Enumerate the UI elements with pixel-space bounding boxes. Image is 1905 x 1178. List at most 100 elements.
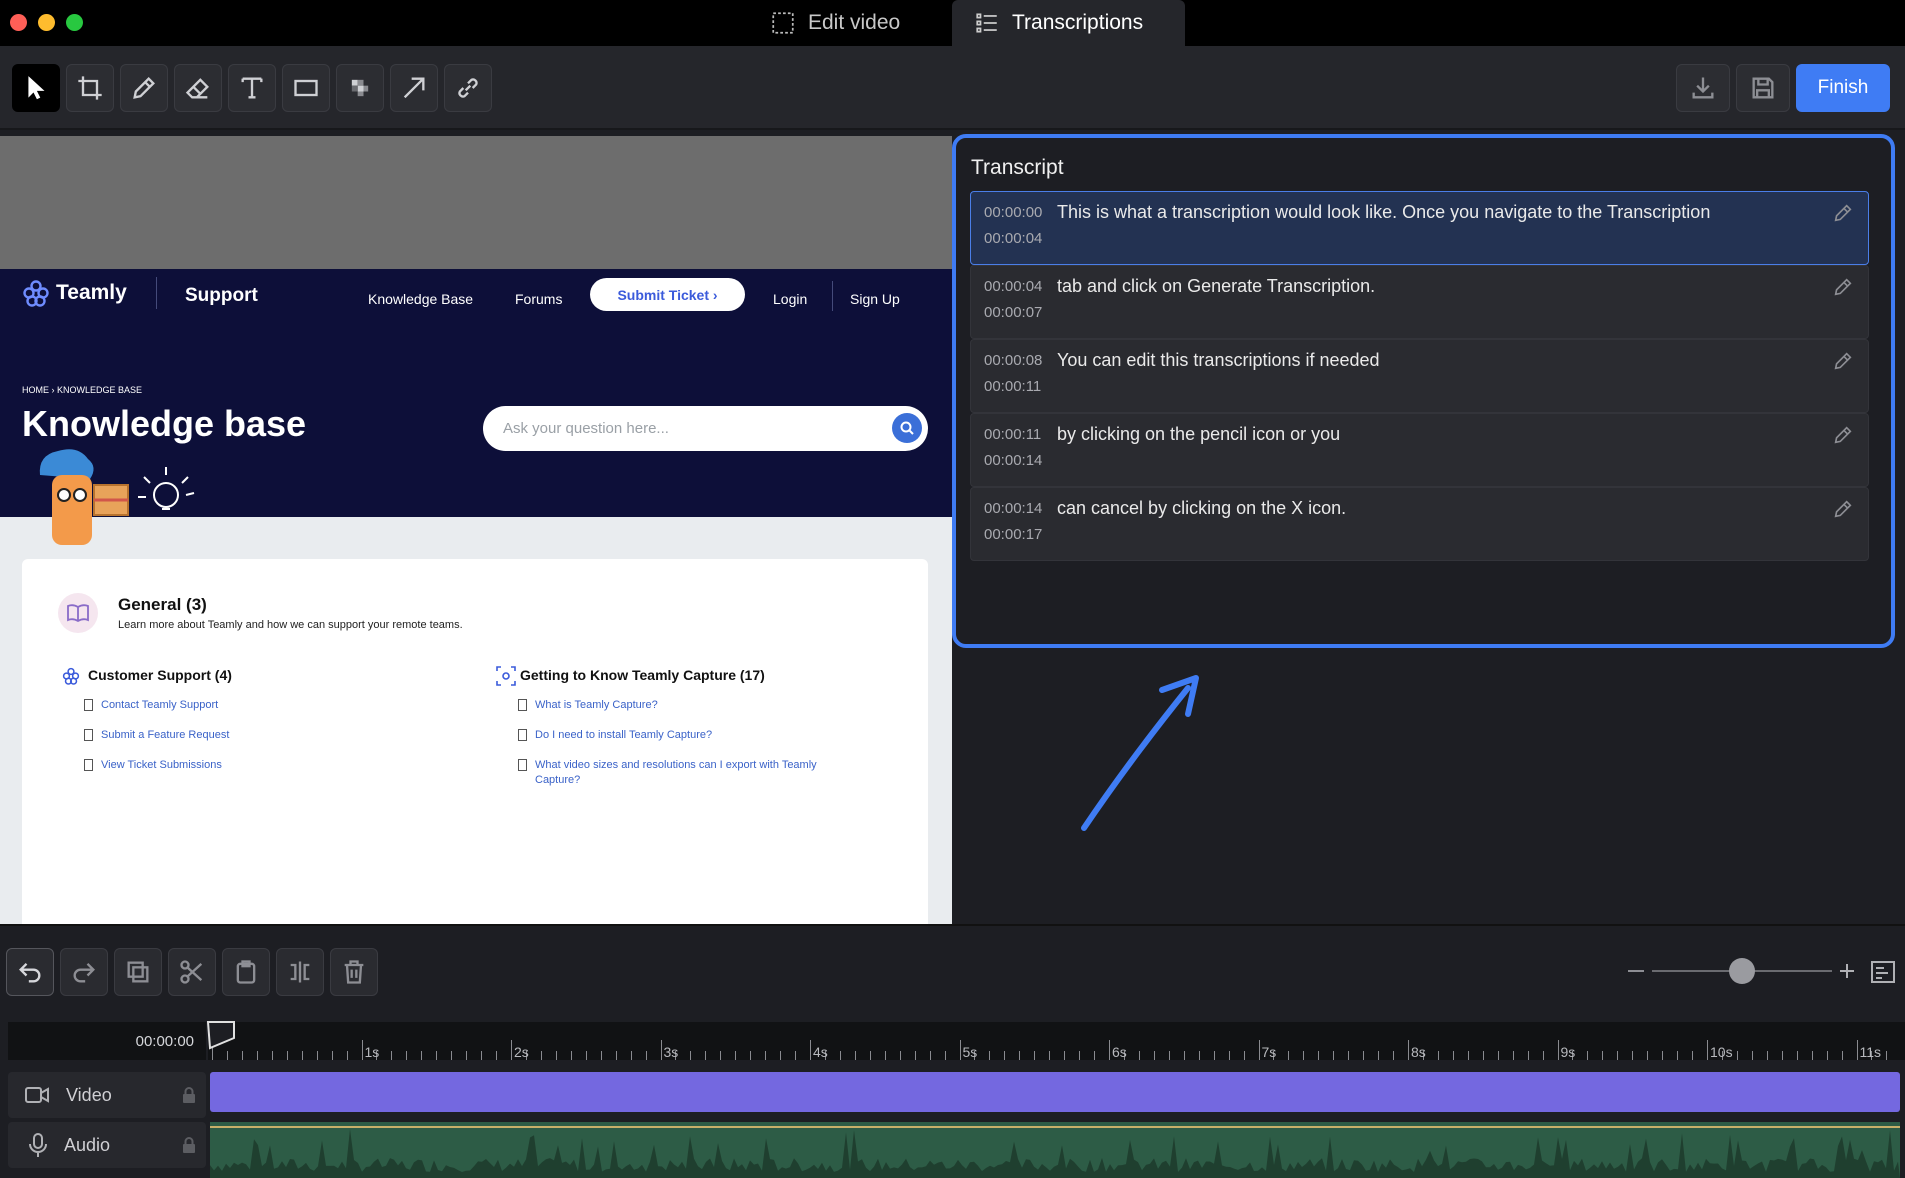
transcript-segment[interactable]: 00:00:11 00:00:14 by clicking on the pen… <box>970 413 1869 487</box>
ruler-tick <box>1856 1040 1858 1060</box>
pencil-icon[interactable] <box>1832 498 1854 520</box>
ruler-label: 2s <box>514 1044 529 1060</box>
ruler-tick <box>1004 1051 1006 1060</box>
track-header-audio[interactable]: Audio <box>8 1122 206 1168</box>
ruler-tick <box>735 1051 737 1060</box>
pencil-icon[interactable] <box>1832 350 1854 372</box>
save-button[interactable] <box>1736 64 1790 112</box>
list-icon <box>976 13 997 33</box>
site-header: Teamly Support Knowledge Base Forums Sub… <box>0 269 952 545</box>
ruler-label: 7s <box>1261 1044 1277 1060</box>
customer-support-icon <box>62 667 80 685</box>
category-customer-support[interactable]: Customer Support (4) <box>88 667 232 683</box>
mascot-illustration <box>39 449 195 545</box>
article-link[interactable]: View Ticket Submissions <box>84 758 424 773</box>
cut-button[interactable] <box>168 948 216 996</box>
maximize-window-button[interactable] <box>66 14 83 31</box>
transcript-segment[interactable]: 00:00:08 00:00:11 You can edit this tran… <box>970 339 1869 413</box>
delete-button[interactable] <box>330 948 378 996</box>
editor-toolbar: Finish <box>0 46 1905 130</box>
ruler-tick <box>1766 1051 1768 1060</box>
article-link[interactable]: Submit a Feature Request <box>84 728 424 743</box>
redo-button[interactable] <box>60 948 108 996</box>
playhead-handle[interactable] <box>206 1020 238 1050</box>
audio-track-clip[interactable] <box>210 1122 1900 1178</box>
transcript-segment[interactable]: 00:00:00 00:00:04 This is what a transcr… <box>970 191 1869 265</box>
blur-tool-button[interactable] <box>336 64 384 112</box>
article-link[interactable]: What is Teamly Capture? <box>518 698 858 713</box>
lock-icon[interactable] <box>182 1087 196 1103</box>
ruler-tick <box>570 1051 572 1060</box>
ruler-tick <box>1288 1051 1290 1060</box>
category-getting-to-know[interactable]: Getting to Know Teamly Capture (17) <box>520 667 765 683</box>
pencil-icon[interactable] <box>1832 202 1854 224</box>
document-icon <box>518 729 527 741</box>
eraser-tool-button[interactable] <box>174 64 222 112</box>
segment-start-time: 00:00:14 <box>984 500 1043 517</box>
duplicate-button[interactable] <box>114 948 162 996</box>
ruler-tick <box>540 1051 542 1060</box>
cursor-tool-button[interactable] <box>12 64 60 112</box>
ruler-tick <box>1138 1051 1140 1060</box>
arrow-tool-button[interactable] <box>390 64 438 112</box>
nav-divider <box>832 281 833 311</box>
close-window-button[interactable] <box>10 14 27 31</box>
pen-tool-button[interactable] <box>120 64 168 112</box>
category-general-subtitle: Learn more about Teamly and how we can s… <box>118 619 463 631</box>
fit-timeline-icon[interactable] <box>1870 960 1896 984</box>
ruler-tick <box>256 1051 258 1060</box>
category-general-title[interactable]: General (3) <box>118 595 207 615</box>
finish-button[interactable]: Finish <box>1796 64 1890 112</box>
transcript-segment[interactable]: 00:00:04 00:00:07 tab and click on Gener… <box>970 265 1869 339</box>
video-preview[interactable]: Teamly Support Knowledge Base Forums Sub… <box>0 136 952 1046</box>
pencil-icon[interactable] <box>1832 424 1854 446</box>
undo-button[interactable] <box>6 948 54 996</box>
zoom-slider-handle[interactable] <box>1729 958 1755 984</box>
transcript-segment[interactable]: 00:00:14 00:00:17 can cancel by clicking… <box>970 487 1869 561</box>
kb-search-placeholder: Ask your question here... <box>503 420 669 437</box>
track-label-video: Video <box>66 1084 112 1105</box>
track-header-video[interactable]: Video <box>8 1072 206 1118</box>
text-tool-button[interactable] <box>228 64 276 112</box>
paste-button[interactable] <box>222 948 270 996</box>
pencil-icon <box>133 77 155 99</box>
site-section-label: Support <box>185 285 258 306</box>
transcript-panel: Transcript 00:00:00 00:00:04 This is wha… <box>952 134 1895 648</box>
pencil-icon[interactable] <box>1832 276 1854 298</box>
ruler-tick <box>1841 1051 1843 1060</box>
split-button[interactable] <box>276 948 324 996</box>
ruler-tick <box>271 1051 273 1060</box>
segment-start-time: 00:00:08 <box>984 352 1043 369</box>
site-brand-name: Teamly <box>56 281 127 304</box>
ruler-label: 11s <box>1859 1044 1882 1060</box>
ruler-tick <box>1153 1051 1155 1060</box>
zoom-out-icon[interactable] <box>1628 970 1644 972</box>
kb-search-input[interactable]: Ask your question here... <box>483 406 928 451</box>
tab-edit-video[interactable]: Edit video <box>748 0 922 46</box>
nav-knowledge-base[interactable]: Knowledge Base <box>368 291 473 307</box>
minimize-window-button[interactable] <box>38 14 55 31</box>
timeline-ruler[interactable]: 1s 2s 3s 4s 5s 6s 7s 8s 9s 10s 11s <box>208 1022 1905 1060</box>
lock-icon[interactable] <box>182 1137 196 1153</box>
teamly-logo-icon <box>23 280 49 307</box>
rectangle-tool-button[interactable] <box>282 64 330 112</box>
submit-ticket-button[interactable]: Submit Ticket › <box>590 278 745 311</box>
tab-transcriptions[interactable]: Transcriptions <box>952 0 1185 46</box>
article-link[interactable]: Do I need to install Teamly Capture? <box>518 728 858 743</box>
video-track-clip[interactable] <box>210 1072 1900 1112</box>
ruler-tick <box>839 1051 841 1060</box>
ruler-tick <box>1617 1051 1619 1060</box>
ruler-tick <box>780 1051 782 1060</box>
article-link[interactable]: What video sizes and resolutions can I e… <box>518 758 858 788</box>
title-bar: Edit video Transcriptions <box>0 0 1905 46</box>
zoom-in-icon[interactable] <box>1838 962 1856 980</box>
search-button[interactable] <box>892 413 922 443</box>
article-link[interactable]: Contact Teamly Support <box>84 698 424 713</box>
nav-sign-up[interactable]: Sign Up <box>850 291 900 307</box>
download-button[interactable] <box>1676 64 1730 112</box>
link-tool-button[interactable] <box>444 64 492 112</box>
crop-tool-button[interactable] <box>66 64 114 112</box>
segment-end-time: 00:00:11 <box>984 378 1042 395</box>
nav-login[interactable]: Login <box>773 291 807 307</box>
nav-forums[interactable]: Forums <box>515 291 562 307</box>
